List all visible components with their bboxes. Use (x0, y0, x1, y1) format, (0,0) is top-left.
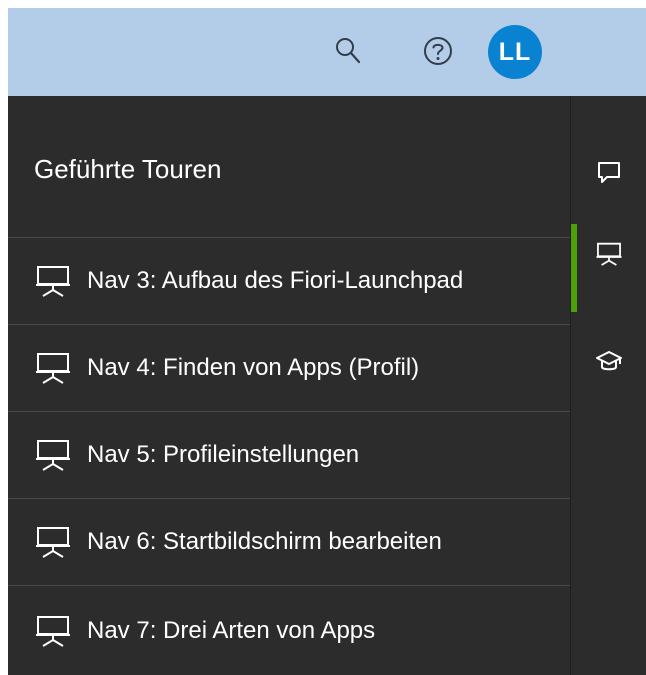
tour-item-nav-6[interactable]: Nav 6: Startbildschirm bearbeiten (8, 498, 570, 585)
presentation-board-icon (36, 440, 70, 471)
tour-item-nav-4[interactable]: Nav 4: Finden von Apps (Profil) (8, 324, 570, 411)
tour-label: Nav 3: Aufbau des Fiori-Launchpad (87, 267, 464, 294)
guided-tours-panel: Geführte Touren Nav 3: Aufbau des Fiori-… (8, 96, 570, 675)
panel-title: Geführte Touren (34, 154, 222, 184)
user-initials: LL (498, 37, 532, 66)
presentation-board-icon (36, 527, 70, 558)
tour-label: Nav 6: Startbildschirm bearbeiten (87, 528, 442, 555)
chat-bubble-icon (598, 162, 620, 183)
presentation-board-icon (36, 266, 70, 297)
user-avatar[interactable]: LL (488, 25, 542, 79)
side-rail (570, 96, 646, 675)
tour-label: Nav 5: Profileinstellungen (87, 441, 360, 468)
search-button[interactable] (326, 29, 370, 73)
tour-list: Nav 3: Aufbau des Fiori-Launchpad Nav 4:… (8, 237, 570, 675)
rail-guided-tours-button[interactable] (571, 224, 646, 312)
search-icon (336, 38, 361, 64)
graduation-cap-icon (596, 351, 622, 371)
tour-label: Nav 7: Drei Arten von Apps (87, 616, 376, 644)
tour-label: Nav 4: Finden von Apps (Profil) (87, 354, 420, 381)
tour-item-nav-5[interactable]: Nav 5: Profileinstellungen (8, 411, 570, 498)
rail-chat-button[interactable] (571, 142, 646, 202)
help-button[interactable] (416, 29, 460, 73)
presentation-board-icon (36, 615, 70, 647)
presentation-board-icon (36, 353, 70, 384)
rail-learning-button[interactable] (571, 332, 646, 392)
presentation-board-icon (596, 242, 622, 266)
tour-item-nav-3[interactable]: Nav 3: Aufbau des Fiori-Launchpad (8, 237, 570, 324)
help-icon (424, 37, 452, 65)
tour-item-nav-7[interactable]: Nav 7: Drei Arten von Apps (8, 585, 570, 675)
shell-header: LL (8, 8, 646, 96)
